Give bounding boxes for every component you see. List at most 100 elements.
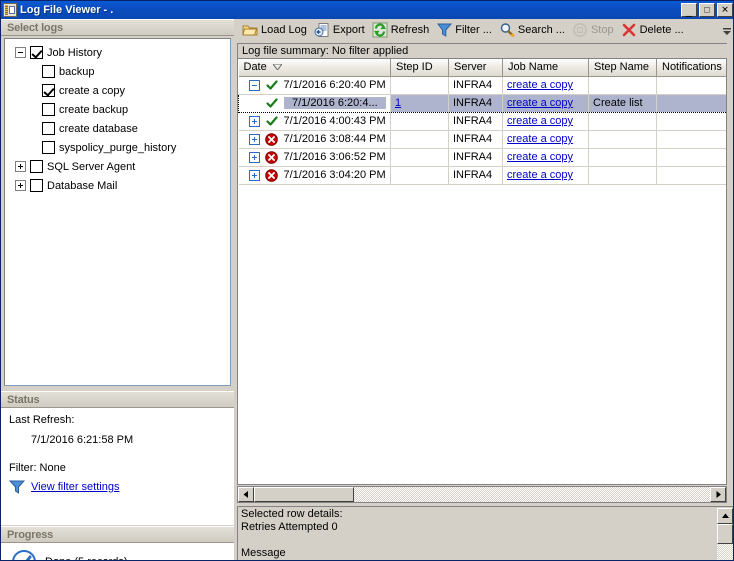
tree-item-label: backup xyxy=(59,65,95,78)
row-expand-plus-icon[interactable] xyxy=(248,151,260,163)
filter-funnel-icon xyxy=(9,480,25,494)
table-row[interactable]: 7/1/2016 3:04:20 PM INFRA4 create a copy xyxy=(238,166,726,185)
view-filter-settings-link[interactable]: View filter settings xyxy=(31,481,119,493)
details-vertical-scrollbar[interactable] xyxy=(717,508,733,560)
tree-item[interactable]: create a copy xyxy=(5,81,230,100)
tree-item-label: Database Mail xyxy=(47,179,118,192)
row-expand-plus-icon[interactable] xyxy=(248,133,260,145)
tree-item[interactable]: backup xyxy=(5,62,230,81)
cell-date[interactable]: 7/1/2016 6:20:40 PM xyxy=(238,76,391,95)
cell-date[interactable]: 7/1/2016 3:04:20 PM xyxy=(238,166,391,185)
tree-item-checkbox[interactable] xyxy=(42,141,55,154)
view-filter-settings-row[interactable]: View filter settings xyxy=(1,474,234,494)
toolbar-button-delete[interactable]: Delete ... xyxy=(619,20,689,40)
details-scrollbar-thumb[interactable] xyxy=(717,524,733,544)
grid-horizontal-scrollbar[interactable] xyxy=(237,486,727,503)
cell-date-text: 7/1/2016 6:20:4... xyxy=(284,97,386,109)
tree-item-checkbox[interactable] xyxy=(30,46,43,59)
cell-job-name-text[interactable]: create a copy xyxy=(507,115,573,127)
details-header: Selected row details: xyxy=(241,508,343,520)
column-header-date[interactable]: Date xyxy=(238,59,391,77)
selected-row-details-panel[interactable]: Selected row details: Retries Attempted 0… xyxy=(237,506,733,560)
cell-step-name xyxy=(588,148,657,167)
tree-item[interactable]: create backup xyxy=(5,100,230,119)
column-header-server[interactable]: Server xyxy=(448,59,503,77)
cell-date[interactable]: 7/1/2016 4:00:43 PM xyxy=(238,112,391,131)
cell-job-name[interactable]: create a copy xyxy=(502,148,589,167)
cell-job-name-text[interactable]: create a copy xyxy=(507,133,573,145)
collapse-minus-icon[interactable] xyxy=(15,47,26,58)
tree-item-checkbox[interactable] xyxy=(42,65,55,78)
cell-job-name[interactable]: create a copy xyxy=(502,93,589,113)
cell-job-name-text[interactable]: create a copy xyxy=(507,151,573,163)
export-icon xyxy=(314,22,330,38)
cell-job-name[interactable]: create a copy xyxy=(502,112,589,131)
cell-step-name xyxy=(588,112,657,131)
tree-item-checkbox[interactable] xyxy=(30,160,43,173)
cell-server: INFRA4 xyxy=(448,130,503,149)
cell-step-id[interactable] xyxy=(390,166,449,185)
cell-step-id[interactable] xyxy=(390,130,449,149)
minimize-button[interactable]: _ xyxy=(681,3,697,17)
scrollbar-thumb[interactable] xyxy=(254,487,354,502)
cell-step-id[interactable] xyxy=(390,148,449,167)
toolbar-button-label: Refresh xyxy=(390,24,430,36)
expand-plus-icon[interactable] xyxy=(15,161,26,172)
cell-date[interactable]: 7/1/2016 3:08:44 PM xyxy=(238,130,391,149)
tree-item[interactable]: syspolicy_purge_history xyxy=(5,138,230,157)
cell-job-name[interactable]: create a copy xyxy=(502,166,589,185)
maximize-button[interactable]: □ xyxy=(699,3,715,17)
scrollbar-track[interactable] xyxy=(254,487,710,502)
log-grid[interactable]: Date Step ID Server Job Name Step Name Notifi… xyxy=(237,59,727,485)
cell-step-id[interactable]: 1 xyxy=(390,93,449,113)
toolbar-button-search[interactable]: Search ... xyxy=(497,20,570,40)
cell-date-text: 7/1/2016 4:00:43 PM xyxy=(283,115,386,127)
column-header-step[interactable]: Step Name xyxy=(588,59,657,77)
cell-date[interactable]: 7/1/2016 6:20:4... xyxy=(238,93,391,113)
tree-item[interactable]: SQL Server Agent xyxy=(5,157,230,176)
tree-item-checkbox[interactable] xyxy=(42,103,55,116)
cell-server-text: INFRA4 xyxy=(453,169,493,181)
tree-item-checkbox[interactable] xyxy=(42,122,55,135)
cell-step-id[interactable] xyxy=(390,76,449,95)
tree-item[interactable]: create database xyxy=(5,119,230,138)
cell-job-name[interactable]: create a copy xyxy=(502,130,589,149)
column-header-step_id[interactable]: Step ID xyxy=(390,59,449,77)
cell-job-name-text[interactable]: create a copy xyxy=(507,169,573,181)
cell-notifications xyxy=(656,148,726,167)
close-button[interactable]: ✕ xyxy=(717,3,733,17)
table-row[interactable]: 7/1/2016 4:00:43 PM INFRA4 create a copy xyxy=(238,112,726,131)
details-scroll-up-arrow-icon[interactable] xyxy=(717,508,733,524)
toolbar-button-load-log[interactable]: Load Log xyxy=(240,20,312,40)
cell-step-id-text[interactable]: 1 xyxy=(395,97,401,109)
select-logs-tree[interactable]: Job History backup create a copy create bac… xyxy=(4,38,231,386)
toolbar-button-filter[interactable]: Filter ... xyxy=(434,20,497,40)
scroll-left-arrow-icon[interactable] xyxy=(238,487,254,502)
table-row[interactable]: 7/1/2016 3:08:44 PM INFRA4 create a copy xyxy=(238,130,726,149)
tree-item[interactable]: Job History xyxy=(5,43,230,62)
column-header-job[interactable]: Job Name xyxy=(502,59,589,77)
row-expand-plus-icon[interactable] xyxy=(248,115,260,127)
toolbar-button-export[interactable]: Export xyxy=(312,20,370,40)
expand-plus-icon[interactable] xyxy=(15,180,26,191)
row-collapse-minus-icon[interactable] xyxy=(248,79,260,91)
tree-item-checkbox[interactable] xyxy=(30,179,43,192)
table-row[interactable]: 7/1/2016 6:20:4... 1 INFRA4 create a copy Cr… xyxy=(238,93,726,113)
scroll-right-arrow-icon[interactable] xyxy=(710,487,726,502)
column-header-notif[interactable]: Notifications xyxy=(656,59,726,77)
tree-item[interactable]: Database Mail xyxy=(5,176,230,195)
cell-step-id[interactable] xyxy=(390,112,449,131)
cell-job-name[interactable]: create a copy xyxy=(502,76,589,95)
column-header-label: Notifications xyxy=(662,61,722,74)
sort-descending-icon xyxy=(271,61,283,73)
cell-date[interactable]: 7/1/2016 3:06:52 PM xyxy=(238,148,391,167)
table-row[interactable]: 7/1/2016 3:06:52 PM INFRA4 create a copy xyxy=(238,148,726,167)
cell-job-name-text[interactable]: create a copy xyxy=(507,97,573,109)
left-panel: Select logs Job History backup create a co… xyxy=(1,19,234,560)
table-row[interactable]: 7/1/2016 6:20:40 PM INFRA4 create a copy xyxy=(238,76,726,95)
toolbar-overflow-icon[interactable] xyxy=(721,22,733,39)
cell-job-name-text[interactable]: create a copy xyxy=(507,79,573,91)
row-expand-plus-icon[interactable] xyxy=(248,169,260,181)
tree-item-checkbox[interactable] xyxy=(42,84,55,97)
toolbar-button-refresh[interactable]: Refresh xyxy=(370,20,435,40)
